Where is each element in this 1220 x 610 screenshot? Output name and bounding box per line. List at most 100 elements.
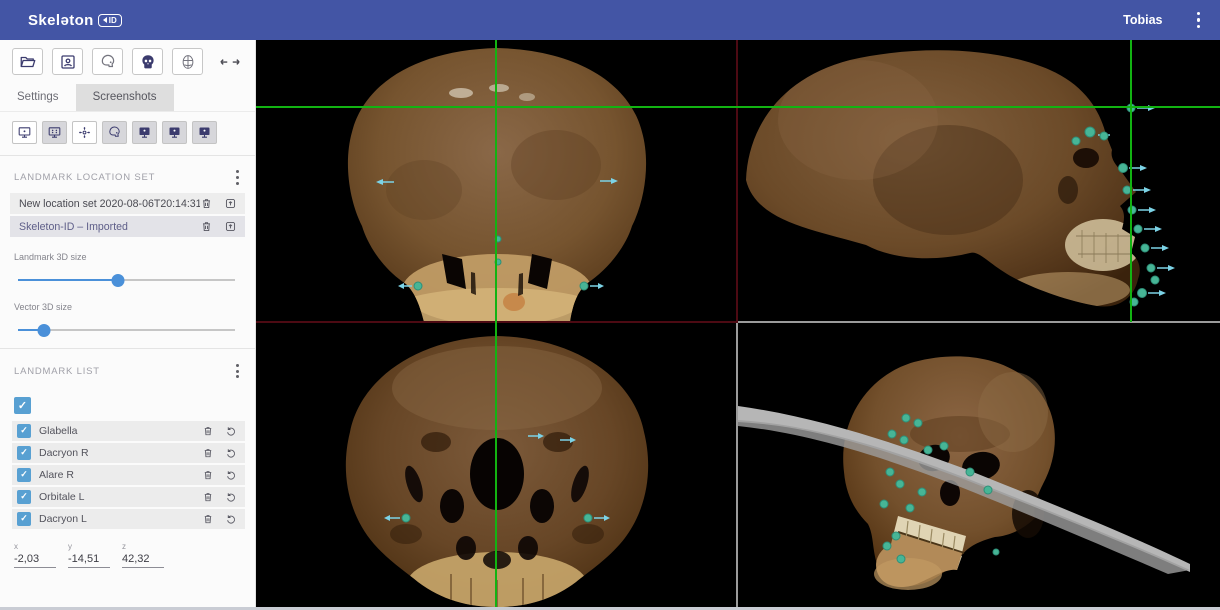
sidebar-tabs: Settings Screenshots xyxy=(0,84,255,112)
landmark-row[interactable]: Dacryon L xyxy=(12,509,245,529)
slider-fill xyxy=(18,279,118,281)
sidebar: Settings Screenshots xyxy=(0,40,256,607)
monitor-multi-landmark-button[interactable] xyxy=(42,121,67,144)
crosshair-vertical-left xyxy=(495,40,497,607)
reset-icon[interactable] xyxy=(225,447,237,459)
landmark-checkbox[interactable] xyxy=(17,512,31,526)
location-set-item[interactable]: New location set 2020-08-06T20:14:31.639… xyxy=(10,193,245,214)
landmark-row[interactable]: Glabella xyxy=(12,421,245,441)
tab-settings[interactable]: Settings xyxy=(0,84,76,111)
monitor-multi-landmark-icon xyxy=(47,125,62,140)
app-logo: Skelǝton ID xyxy=(28,12,122,29)
landmark-row[interactable]: Orbitale L xyxy=(12,487,245,507)
monitor-view-3-icon xyxy=(197,125,212,140)
open-folder-icon xyxy=(19,53,37,71)
export-icon[interactable] xyxy=(224,197,237,210)
rotate-3d-button[interactable] xyxy=(72,121,97,144)
monitor-view-1-button[interactable] xyxy=(132,121,157,144)
monitor-view-2-icon xyxy=(167,125,182,140)
landmark-checkbox[interactable] xyxy=(17,468,31,482)
landmark-list-header: LANDMARK LIST xyxy=(0,349,255,386)
landmark-checkbox[interactable] xyxy=(17,490,31,504)
vector-size-slider[interactable] xyxy=(18,323,235,337)
viewport-divider-horizontal-left xyxy=(256,321,738,323)
delete-icon[interactable] xyxy=(200,220,213,233)
view-mode-toolbar xyxy=(0,112,255,144)
viewport-grid xyxy=(256,40,1220,607)
reset-icon[interactable] xyxy=(225,513,237,525)
app-window: Skelǝton ID Tobias xyxy=(0,0,1220,610)
rotate-3d-icon xyxy=(77,125,92,140)
x-coordinate-field[interactable] xyxy=(14,552,56,568)
logo-text: Skelǝton xyxy=(28,12,94,29)
delete-icon[interactable] xyxy=(202,469,214,481)
top-bar: Skelǝton ID Tobias xyxy=(0,0,1220,40)
portrait-photo-button[interactable] xyxy=(52,48,83,75)
landmark-checkbox[interactable] xyxy=(17,424,31,438)
crosshair-vertical-right xyxy=(1130,40,1132,322)
landmark-checkbox[interactable] xyxy=(17,446,31,460)
location-set-item[interactable]: Skeleton-ID – Imported xyxy=(10,216,245,237)
delete-icon[interactable] xyxy=(202,447,214,459)
slider-track[interactable] xyxy=(18,329,235,331)
x-label: x xyxy=(14,542,56,551)
expand-sidebar-button[interactable] xyxy=(219,55,241,69)
monitor-single-landmark-icon xyxy=(17,125,32,140)
z-coordinate-field[interactable] xyxy=(122,552,164,568)
viewport-lateral[interactable] xyxy=(738,40,1220,322)
face-mesh-icon xyxy=(179,53,197,71)
export-icon[interactable] xyxy=(224,220,237,233)
location-set-header: LANDMARK LOCATION SET xyxy=(0,156,255,193)
slider-thumb[interactable] xyxy=(38,324,51,337)
user-name[interactable]: Tobias xyxy=(1123,13,1162,27)
face-mesh-button[interactable] xyxy=(172,48,203,75)
reset-icon[interactable] xyxy=(225,425,237,437)
skull-lateral-render xyxy=(738,40,1220,322)
crosshair-horizontal-top xyxy=(256,106,1220,108)
logo-id-badge: ID xyxy=(98,14,122,27)
viewport-divider-horizontal-right xyxy=(738,321,1220,323)
z-label: z xyxy=(122,542,164,551)
skull-inferior-render xyxy=(256,322,738,607)
logo-triangle-icon xyxy=(103,17,107,23)
portrait-photo-icon xyxy=(59,53,77,71)
vector-size-label: Vector 3D size xyxy=(0,289,255,314)
reset-icon[interactable] xyxy=(225,469,237,481)
y-coordinate-field[interactable] xyxy=(68,552,110,568)
kebab-menu-icon[interactable] xyxy=(236,362,239,379)
viewport-divider-vertical-top xyxy=(736,40,738,322)
delete-icon[interactable] xyxy=(202,491,214,503)
expand-horizontal-icon xyxy=(219,55,241,69)
open-folder-button[interactable] xyxy=(12,48,43,75)
delete-icon[interactable] xyxy=(202,513,214,525)
monitor-view-2-button[interactable] xyxy=(162,121,187,144)
delete-icon[interactable] xyxy=(200,197,213,210)
viewport-perspective[interactable] xyxy=(738,322,1220,607)
y-label: y xyxy=(68,542,110,551)
monitor-view-3-button[interactable] xyxy=(192,121,217,144)
select-all-checkbox[interactable] xyxy=(14,397,31,414)
coordinate-inputs: x y z xyxy=(0,531,255,568)
monitor-single-landmark-button[interactable] xyxy=(12,121,37,144)
delete-icon[interactable] xyxy=(202,425,214,437)
skull-lateral-icon xyxy=(99,53,117,71)
skull-lateral-button[interactable] xyxy=(92,48,123,75)
slider-thumb[interactable] xyxy=(111,274,124,287)
landmark-list-title: LANDMARK LIST xyxy=(14,366,100,377)
landmark-size-slider[interactable] xyxy=(18,273,235,287)
skull-profile-icon xyxy=(107,125,122,140)
kebab-menu-icon[interactable] xyxy=(1197,10,1201,30)
viewport-posterior[interactable] xyxy=(256,40,738,322)
skull-posterior-render xyxy=(256,40,738,322)
kebab-menu-icon[interactable] xyxy=(236,169,239,186)
location-set-title: LANDMARK LOCATION SET xyxy=(14,172,155,183)
skull-frontal-button[interactable] xyxy=(132,48,163,75)
skull-profile-button[interactable] xyxy=(102,121,127,144)
landmark-row[interactable]: Alare R xyxy=(12,465,245,485)
reset-icon[interactable] xyxy=(225,491,237,503)
main-toolbar xyxy=(0,40,255,75)
landmark-row[interactable]: Dacryon R xyxy=(12,443,245,463)
viewport-divider-vertical-bottom xyxy=(736,322,738,607)
tab-screenshots[interactable]: Screenshots xyxy=(76,84,174,111)
viewport-inferior[interactable] xyxy=(256,322,738,607)
